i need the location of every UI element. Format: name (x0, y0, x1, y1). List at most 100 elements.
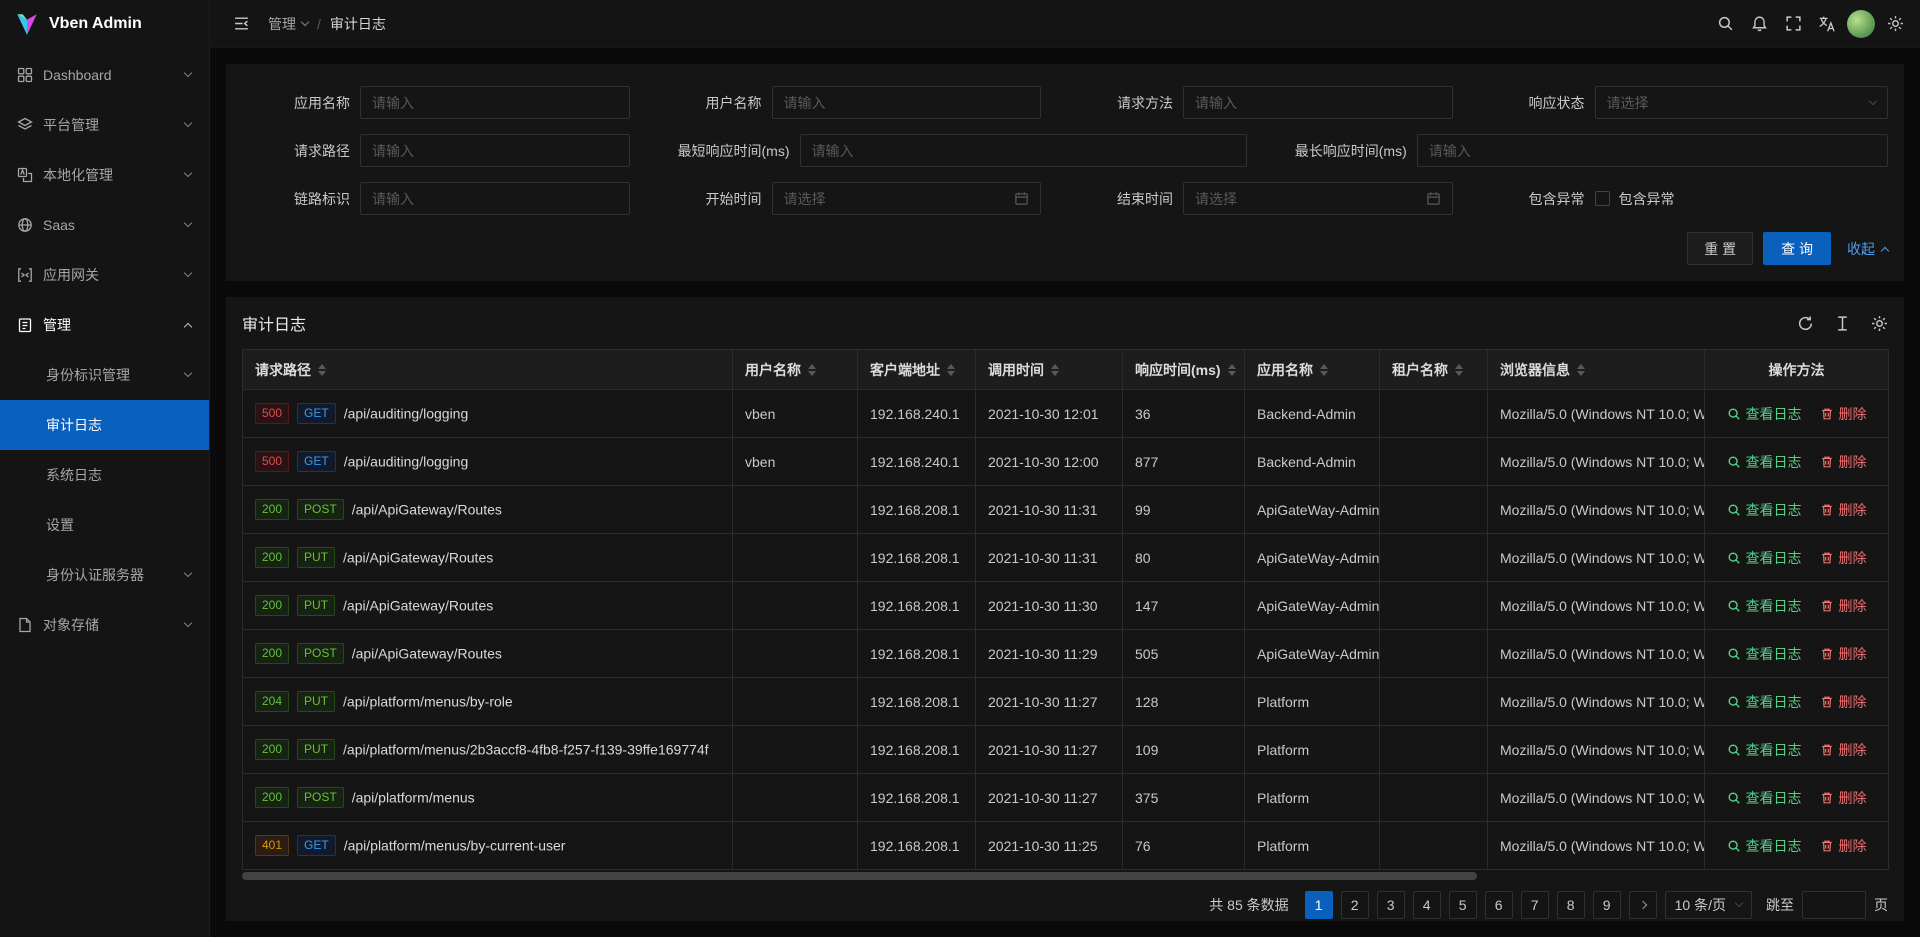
user-avatar[interactable] (1844, 0, 1878, 48)
filter-field-trace-id: 链路标识 (242, 182, 654, 215)
start-time-picker[interactable]: 请选择 (772, 182, 1042, 215)
column-header-2[interactable]: 客户端地址 (858, 350, 976, 390)
column-header-6[interactable]: 租户名称 (1380, 350, 1488, 390)
view-log-button[interactable]: 查看日志 (1727, 836, 1802, 856)
scrollbar-thumb[interactable] (242, 872, 1477, 880)
delete-button[interactable]: 删除 (1820, 500, 1867, 520)
page-button-5[interactable]: 5 (1449, 891, 1477, 919)
page-button-6[interactable]: 6 (1485, 891, 1513, 919)
view-log-button[interactable]: 查看日志 (1727, 692, 1802, 712)
page-button-9[interactable]: 9 (1593, 891, 1621, 919)
sidebar-item-system-log[interactable]: 系统日志 (0, 450, 209, 500)
request-method-input[interactable] (1183, 86, 1453, 119)
sidebar-item-management[interactable]: 管理 (0, 300, 209, 350)
collapse-label: 收起 (1847, 239, 1875, 259)
storage-icon (16, 617, 33, 634)
view-log-label: 查看日志 (1746, 836, 1802, 856)
page-button-4[interactable]: 4 (1413, 891, 1441, 919)
app-title: Vben Admin (49, 15, 142, 33)
search-button[interactable]: 查 询 (1763, 232, 1831, 265)
menu-fold-icon[interactable] (224, 0, 258, 48)
cell-request-path: 500GET/api/auditing/logging (243, 438, 733, 486)
min-response-time-input[interactable] (800, 134, 1247, 167)
view-log-button[interactable]: 查看日志 (1727, 644, 1802, 664)
sidebar-item-platform-management[interactable]: 平台管理 (0, 100, 209, 150)
sidebar-item-settings[interactable]: 设置 (0, 500, 209, 550)
row-height-icon[interactable] (1834, 315, 1851, 332)
app-name-input[interactable] (360, 86, 630, 119)
column-settings-icon[interactable] (1871, 315, 1888, 332)
fullscreen-icon[interactable] (1776, 0, 1810, 48)
breadcrumb-parent[interactable]: 管理 (268, 14, 308, 34)
delete-button[interactable]: 删除 (1820, 692, 1867, 712)
delete-button[interactable]: 删除 (1820, 452, 1867, 472)
cell-actions: 查看日志删除 (1705, 822, 1889, 870)
sidebar-item-saas[interactable]: Saas (0, 200, 209, 250)
delete-button[interactable]: 删除 (1820, 836, 1867, 856)
page-button-1[interactable]: 1 (1305, 891, 1333, 919)
page-button-3[interactable]: 3 (1377, 891, 1405, 919)
search-icon[interactable] (1708, 0, 1742, 48)
cell-response-time-text: 128 (1135, 694, 1158, 710)
response-status-select[interactable]: 请选择 (1595, 86, 1889, 119)
refresh-icon[interactable] (1797, 315, 1814, 332)
column-header-5[interactable]: 应用名称 (1245, 350, 1380, 390)
calendar-icon (1014, 191, 1029, 206)
translate-icon[interactable] (1810, 0, 1844, 48)
cell-client-address-text: 192.168.240.1 (870, 406, 960, 422)
view-log-button[interactable]: 查看日志 (1727, 788, 1802, 808)
sidebar-item-localization-management[interactable]: 本地化管理 (0, 150, 209, 200)
cell-response-time-text: 36 (1135, 406, 1151, 422)
column-header-4[interactable]: 响应时间(ms) (1123, 350, 1245, 390)
delete-button[interactable]: 删除 (1820, 596, 1867, 616)
column-header-0[interactable]: 请求路径 (243, 350, 733, 390)
filter-field-include-exception: 包含异常包含异常 (1477, 182, 1889, 215)
horizontal-scrollbar[interactable] (242, 871, 1888, 881)
user-name-input[interactable] (772, 86, 1042, 119)
delete-button[interactable]: 删除 (1820, 788, 1867, 808)
include-exception-checkbox[interactable]: 包含异常 (1595, 189, 1675, 209)
column-header-1[interactable]: 用户名称 (733, 350, 858, 390)
page-button-7[interactable]: 7 (1521, 891, 1549, 919)
reset-button[interactable]: 重 置 (1687, 232, 1753, 265)
delete-label: 删除 (1839, 692, 1867, 712)
cell-client-address-text: 192.168.208.1 (870, 838, 960, 854)
delete-button[interactable]: 删除 (1820, 644, 1867, 664)
pagination: 共 85 条数据 123456789 10 条/页 跳至 页 (242, 881, 1888, 921)
trace-id-input[interactable] (360, 182, 630, 215)
page-button-2[interactable]: 2 (1341, 891, 1369, 919)
view-log-button[interactable]: 查看日志 (1727, 548, 1802, 568)
cell-browser-info-text: Mozilla/5.0 (Windows NT 10.0; Win (1500, 550, 1705, 566)
collapse-link[interactable]: 收起 (1847, 239, 1888, 259)
sidebar-item-identity-management[interactable]: 身份标识管理 (0, 350, 209, 400)
max-response-time-input[interactable] (1417, 134, 1888, 167)
page-size-select[interactable]: 10 条/页 (1665, 891, 1752, 919)
end-time-picker[interactable]: 请选择 (1183, 182, 1453, 215)
view-log-button[interactable]: 查看日志 (1727, 452, 1802, 472)
gear-icon[interactable] (1878, 0, 1912, 48)
column-header-7[interactable]: 浏览器信息 (1488, 350, 1705, 390)
sidebar-item-auth-server[interactable]: 身份认证服务器 (0, 550, 209, 600)
page-button-8[interactable]: 8 (1557, 891, 1585, 919)
view-log-button[interactable]: 查看日志 (1727, 500, 1802, 520)
delete-button[interactable]: 删除 (1820, 740, 1867, 760)
jump-page-input[interactable] (1802, 891, 1866, 919)
view-log-button[interactable]: 查看日志 (1727, 596, 1802, 616)
cell-request-path: 500GET/api/auditing/logging (243, 390, 733, 438)
next-page-button[interactable] (1629, 891, 1657, 919)
cell-response-time: 505 (1123, 630, 1245, 678)
notification-bell-icon[interactable] (1742, 0, 1776, 48)
view-log-button[interactable]: 查看日志 (1727, 740, 1802, 760)
sidebar-item-dashboard[interactable]: Dashboard (0, 50, 209, 100)
sidebar-item-audit-log[interactable]: 审计日志 (0, 400, 209, 450)
status-badge: 200 (255, 595, 289, 616)
sidebar-item-object-storage[interactable]: 对象存储 (0, 600, 209, 650)
logo[interactable]: Vben Admin (0, 0, 209, 48)
cell-actions: 查看日志删除 (1705, 534, 1889, 582)
delete-button[interactable]: 删除 (1820, 404, 1867, 424)
view-log-button[interactable]: 查看日志 (1727, 404, 1802, 424)
sidebar-item-app-gateway[interactable]: 应用网关 (0, 250, 209, 300)
column-header-3[interactable]: 调用时间 (976, 350, 1123, 390)
delete-button[interactable]: 删除 (1820, 548, 1867, 568)
request-path-input[interactable] (360, 134, 630, 167)
